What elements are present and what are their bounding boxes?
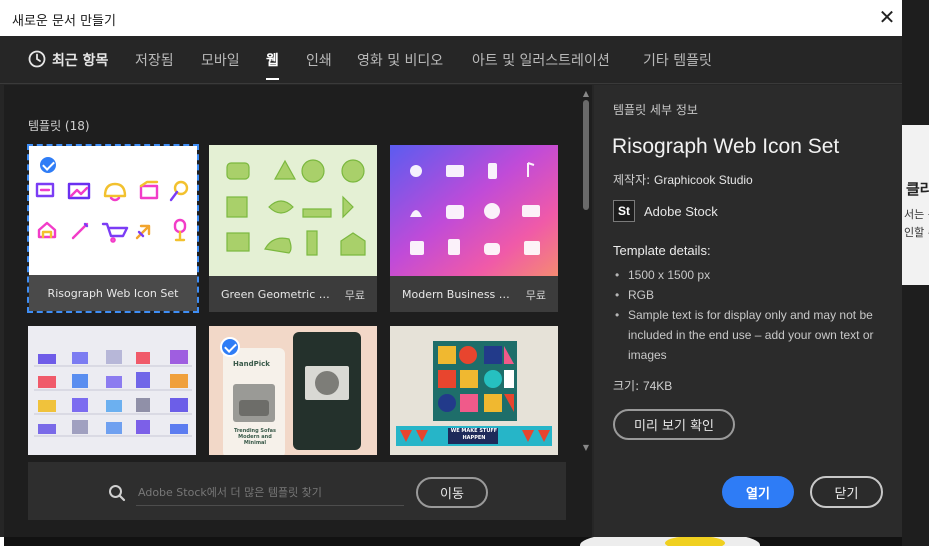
- tab-print[interactable]: 인쇄: [306, 50, 332, 70]
- size-label: 크기:: [613, 379, 640, 393]
- stock-search-input[interactable]: [136, 480, 404, 506]
- template-card-geometric-poster[interactable]: WE MAKE STUFF HAPPEN: [390, 326, 558, 455]
- tab-recent[interactable]: 최근 항목: [52, 50, 108, 70]
- scroll-up-icon[interactable]: ▲: [581, 89, 591, 99]
- template-browser: 템플릿 (18) Risograph Web Icon Set Green Ge…: [4, 85, 592, 537]
- scroll-thumb[interactable]: [583, 100, 589, 210]
- close-icon[interactable]: ✕: [876, 6, 898, 28]
- template-caption: Green Geometric Or... 무료: [209, 276, 377, 312]
- template-thumbnail: [28, 326, 196, 455]
- background-shape-yellow: [665, 536, 725, 546]
- details-item: RGB: [613, 285, 888, 305]
- template-scrollbar[interactable]: ▲ ▼: [580, 89, 592, 455]
- selected-check-icon: [38, 155, 58, 175]
- clock-icon: [28, 50, 46, 68]
- title-bar: 새로운 문서 만들기 ✕: [0, 0, 902, 36]
- checked-icon: [220, 337, 240, 357]
- stock-provider-name: Adobe Stock: [644, 204, 718, 219]
- author-name: Graphicook Studio: [654, 173, 753, 187]
- tab-art-illustration[interactable]: 아트 및 일러스트레이션: [472, 50, 610, 70]
- thumb-text-handpick: HandPick: [233, 360, 270, 368]
- tab-mobile[interactable]: 모바일: [201, 50, 240, 70]
- tab-other-templates[interactable]: 기타 템플릿: [643, 50, 712, 70]
- template-caption: Modern Business We... 무료: [390, 276, 558, 312]
- free-badge: 무료: [525, 289, 546, 302]
- template-card-risograph[interactable]: Risograph Web Icon Set: [27, 144, 199, 313]
- template-thumbnail: [390, 145, 558, 276]
- background-text: 인할 수: [904, 226, 929, 239]
- search-icon: [109, 485, 126, 502]
- template-details-list: 1500 x 1500 px RGB Sample text is for di…: [613, 265, 888, 365]
- template-author: 제작자: Graphicook Studio: [613, 171, 753, 188]
- window-title: 새로운 문서 만들기: [12, 14, 116, 29]
- background-right-panel: 클라 서는 동 인할 수: [902, 0, 929, 546]
- background-text: 클라: [906, 180, 929, 198]
- thumb-text-trending: Trending Sofas Modern and Minimal: [233, 428, 276, 446]
- tab-film-video[interactable]: 영화 및 비디오: [357, 50, 443, 70]
- template-thumbnail: [209, 145, 377, 276]
- details-item: 1500 x 1500 px: [613, 265, 888, 285]
- stock-search-bar: 이동: [28, 462, 566, 520]
- template-card-furniture[interactable]: HandPick Trending Sofas Modern and Minim…: [209, 326, 377, 455]
- thumb-text-make-stuff: WE MAKE STUFF HAPPEN: [450, 428, 498, 441]
- scroll-down-icon[interactable]: ▼: [581, 443, 591, 453]
- preview-button[interactable]: 미리 보기 확인: [613, 409, 735, 440]
- background-text: 서는 동: [904, 208, 929, 221]
- background-white-panel: [902, 125, 929, 285]
- template-card-isometric[interactable]: [28, 326, 196, 455]
- template-details-panel: 템플릿 세부 정보 Risograph Web Icon Set 제작자: Gr…: [594, 85, 902, 537]
- tab-saved[interactable]: 저장됨: [135, 50, 174, 70]
- adobe-stock-logo-icon: St: [613, 200, 635, 222]
- template-size: 크기: 74KB: [613, 377, 672, 394]
- details-item: Sample text is for display only and may …: [613, 305, 888, 365]
- new-document-dialog: 새로운 문서 만들기 ✕ 최근 항목 저장됨 모바일 웹 인쇄 영화 및 비디오…: [0, 0, 902, 537]
- open-button[interactable]: 열기: [722, 476, 794, 508]
- details-section-label: 템플릿 세부 정보: [613, 103, 698, 117]
- author-label: 제작자:: [613, 173, 651, 187]
- free-badge: 무료: [344, 289, 365, 302]
- template-caption: Risograph Web Icon Set: [29, 275, 197, 311]
- template-name: Green Geometric Or...: [221, 288, 331, 301]
- go-button[interactable]: 이동: [416, 477, 488, 508]
- template-details-heading: Template details:: [613, 243, 711, 258]
- close-button[interactable]: 닫기: [810, 476, 883, 508]
- template-card-green-geometric[interactable]: Green Geometric Or... 무료: [209, 145, 377, 312]
- tab-web[interactable]: 웹: [266, 50, 279, 80]
- category-tabs: 최근 항목 저장됨 모바일 웹 인쇄 영화 및 비디오 아트 및 일러스트레이션…: [0, 36, 902, 84]
- template-name: Risograph Web Icon Set: [47, 287, 179, 300]
- template-title: Risograph Web Icon Set: [612, 135, 840, 158]
- template-name: Modern Business We...: [402, 288, 512, 301]
- templates-count-label: 템플릿 (18): [28, 119, 90, 133]
- size-value: 74KB: [642, 379, 673, 393]
- template-card-modern-business[interactable]: Modern Business We... 무료: [390, 145, 558, 312]
